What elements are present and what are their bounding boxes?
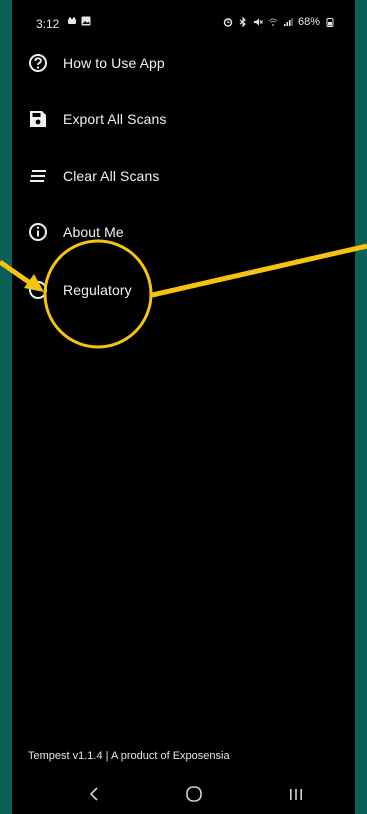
android-nav-bar xyxy=(12,770,355,814)
back-button[interactable] xyxy=(82,782,106,806)
menu-label: Clear All Scans xyxy=(63,168,160,184)
bluetooth-icon xyxy=(239,17,246,27)
battery-icon xyxy=(326,18,334,27)
regulatory-icon xyxy=(27,279,49,301)
save-icon xyxy=(27,108,49,130)
clear-list-icon xyxy=(27,165,49,187)
alarm-icon xyxy=(223,18,233,27)
wifi-icon xyxy=(268,18,278,26)
menu-item-how-to-use[interactable]: How to Use App xyxy=(12,41,355,85)
help-circle-icon xyxy=(27,52,49,74)
menu-label: About Me xyxy=(63,224,124,240)
menu-label: Export All Scans xyxy=(63,111,167,127)
recent-apps-icon xyxy=(290,789,302,800)
recent-apps-button[interactable] xyxy=(284,782,308,806)
menu-item-regulatory[interactable]: Regulatory xyxy=(12,268,355,312)
signal-icon xyxy=(283,18,293,26)
gallery-icon xyxy=(81,16,91,26)
menu-label: How to Use App xyxy=(63,55,165,71)
battery-percent: 68% xyxy=(297,16,320,28)
mute-icon xyxy=(253,18,263,26)
menu-item-clear-all-scans[interactable]: Clear All Scans xyxy=(12,154,355,198)
phone-screen: 3:12 68% How to Use App Export All Scans… xyxy=(12,0,355,814)
home-button[interactable] xyxy=(182,782,206,806)
status-bar: 3:12 68% xyxy=(12,0,355,38)
home-circle-icon xyxy=(186,786,202,802)
menu-item-about-me[interactable]: About Me xyxy=(12,210,355,254)
status-time: 3:12 xyxy=(36,17,60,31)
menu-item-export-all-scans[interactable]: Export All Scans xyxy=(12,97,355,141)
info-circle-icon xyxy=(27,221,49,243)
app-version-footer: Tempest v1.1.4 | A product of Exposensia xyxy=(28,750,230,762)
back-chevron-icon xyxy=(89,787,98,801)
notification-icon xyxy=(68,17,76,24)
menu-label: Regulatory xyxy=(63,282,132,298)
